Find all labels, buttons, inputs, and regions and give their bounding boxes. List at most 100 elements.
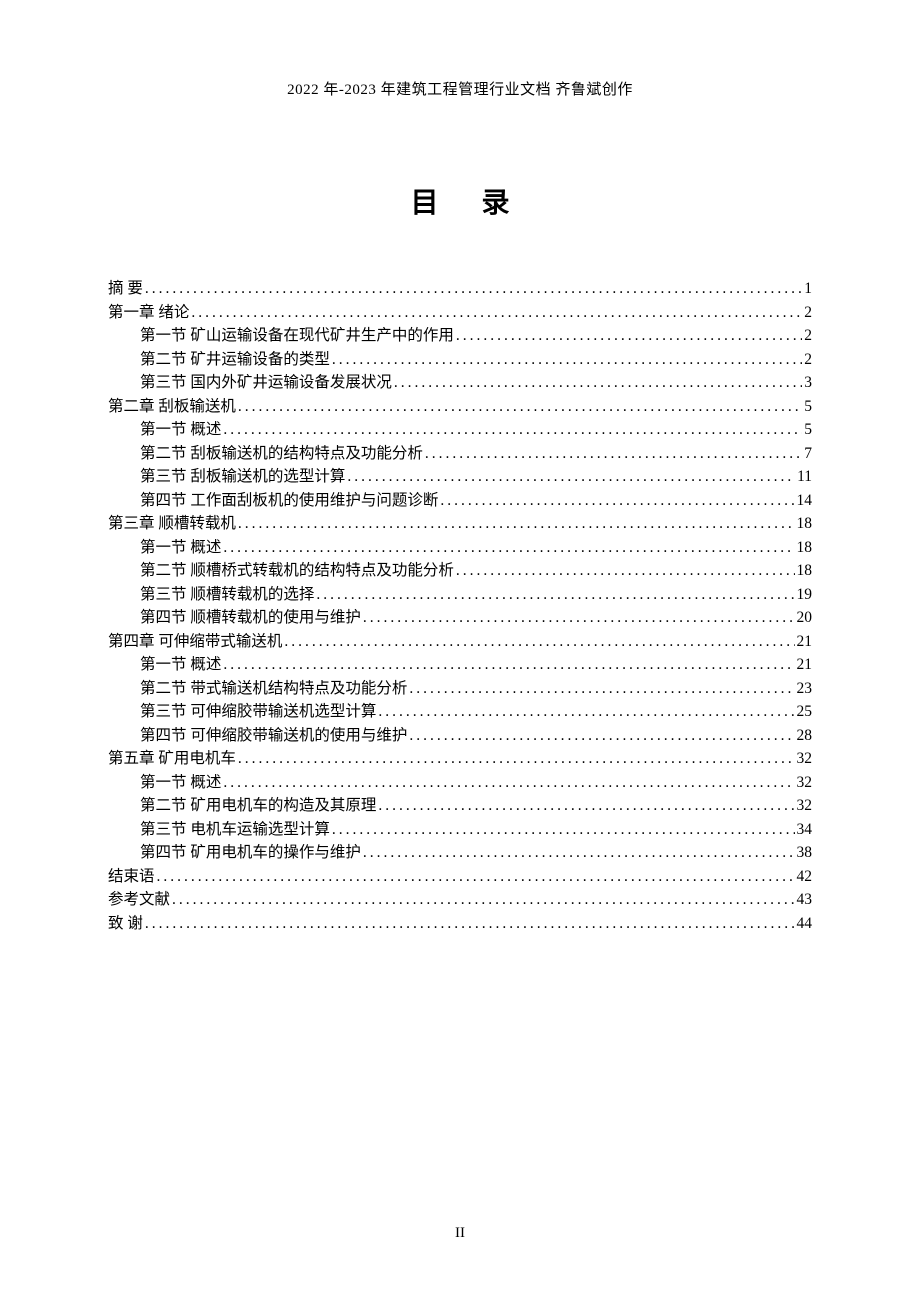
toc-entry-page: 7 [804, 442, 812, 466]
toc-entry-page: 32 [797, 794, 813, 818]
toc-entry-label: 第二节 矿井运输设备的类型 [140, 348, 330, 372]
toc-leader [223, 536, 794, 560]
toc-entry: 第三节 刮板输送机的选型计算 11 [108, 465, 812, 489]
toc-leader [332, 818, 795, 842]
toc-entry: 致 谢 44 [108, 912, 812, 936]
toc-leader [172, 888, 794, 912]
toc-entry-page: 18 [797, 559, 813, 583]
toc-entry-label: 第四节 可伸缩胶带输送机的使用与维护 [140, 724, 407, 748]
toc-entry-label: 第一节 概述 [140, 418, 221, 442]
toc-leader [409, 677, 794, 701]
toc-entry-page: 25 [797, 700, 813, 724]
toc-entry: 第二节 矿用电机车的构造及其原理32 [108, 794, 812, 818]
toc-leader [316, 583, 794, 607]
toc-leader [363, 606, 795, 630]
toc-leader [378, 700, 794, 724]
toc-entry-label: 第三节 可伸缩胶带输送机选型计算 [140, 700, 376, 724]
toc-leader [456, 324, 802, 348]
toc-entry-label: 第四节 顺槽转载机的使用与维护 [140, 606, 361, 630]
toc-entry-label: 第三章 顺槽转载机 [108, 512, 236, 536]
toc-leader [145, 277, 802, 301]
toc-entry: 第三章 顺槽转载机 18 [108, 512, 812, 536]
page-number: II [0, 1225, 920, 1242]
toc-leader [456, 559, 795, 583]
toc-entry-page: 5 [804, 418, 812, 442]
toc-entry: 第三节 顺槽转载机的选择 19 [108, 583, 812, 607]
toc-entry-label: 第五章 矿用电机车 [108, 747, 236, 771]
toc-entry-label: 第一节 矿山运输设备在现代矿井生产中的作用 [140, 324, 454, 348]
toc-leader [223, 418, 802, 442]
toc-entry: 第二节 刮板输送机的结构特点及功能分析7 [108, 442, 812, 466]
toc-leader [332, 348, 802, 372]
toc-entry-page: 2 [804, 348, 812, 372]
toc-entry-page: 43 [797, 888, 813, 912]
toc-entry-label: 第三节 国内外矿井运输设备发展状况 [140, 371, 392, 395]
toc-entry-label: 第二章 刮板输送机 [108, 395, 236, 419]
toc-entry-label: 参考文献 [108, 888, 170, 912]
toc-entry: 第一节 概述 18 [108, 536, 812, 560]
table-of-contents: 摘 要1第一章 绪论2第一节 矿山运输设备在现代矿井生产中的作用2第二节 矿井运… [108, 277, 812, 935]
toc-entry-label: 第一节 概述 [140, 653, 221, 677]
toc-entry-page: 44 [797, 912, 813, 936]
toc-leader [238, 747, 795, 771]
toc-entry-page: 32 [797, 747, 813, 771]
toc-entry-page: 23 [797, 677, 813, 701]
toc-entry: 第四章 可伸缩带式输送机 21 [108, 630, 812, 654]
toc-entry-label: 第三节 刮板输送机的选型计算 [140, 465, 345, 489]
toc-entry: 第一章 绪论2 [108, 301, 812, 325]
toc-entry: 第三节 国内外矿井运输设备发展状况 3 [108, 371, 812, 395]
toc-entry: 第四节 顺槽转载机的使用与维护 20 [108, 606, 812, 630]
toc-entry: 第四节 工作面刮板机的使用维护与问题诊断14 [108, 489, 812, 513]
toc-leader [223, 771, 794, 795]
toc-entry-page: 2 [804, 301, 812, 325]
toc-entry: 第四节 矿用电机车的操作与维护38 [108, 841, 812, 865]
toc-entry-label: 第一节 概述 [140, 536, 221, 560]
toc-entry-page: 1 [804, 277, 812, 301]
toc-entry: 第一节 概述 32 [108, 771, 812, 795]
toc-entry-label: 第四章 可伸缩带式输送机 [108, 630, 282, 654]
toc-entry-page: 11 [797, 465, 812, 489]
toc-leader [191, 301, 802, 325]
toc-leader [394, 371, 802, 395]
toc-entry-label: 第二节 顺槽桥式转载机的结构特点及功能分析 [140, 559, 454, 583]
toc-entry-label: 摘 要 [108, 277, 143, 301]
toc-entry-page: 20 [797, 606, 813, 630]
toc-entry: 第二节 矿井运输设备的类型 2 [108, 348, 812, 372]
toc-entry-label: 第一节 概述 [140, 771, 221, 795]
toc-entry-label: 第三节 电机车运输选型计算 [140, 818, 330, 842]
toc-leader [347, 465, 795, 489]
toc-leader [157, 865, 795, 889]
toc-entry-page: 42 [797, 865, 813, 889]
toc-entry: 第四节 可伸缩胶带输送机的使用与维护28 [108, 724, 812, 748]
toc-leader [378, 794, 794, 818]
toc-entry: 第三节 可伸缩胶带输送机选型计算 25 [108, 700, 812, 724]
toc-entry-label: 第二节 带式输送机结构特点及功能分析 [140, 677, 407, 701]
toc-entry-label: 致 谢 [108, 912, 143, 936]
toc-entry-label: 第三节 顺槽转载机的选择 [140, 583, 314, 607]
toc-entry-page: 38 [797, 841, 813, 865]
toc-entry: 第三节 电机车运输选型计算 34 [108, 818, 812, 842]
toc-entry-page: 3 [804, 371, 812, 395]
toc-leader [409, 724, 794, 748]
toc-entry: 第一节 概述 21 [108, 653, 812, 677]
toc-entry-page: 21 [797, 653, 813, 677]
toc-entry: 摘 要 1 [108, 277, 812, 301]
toc-entry-label: 结束语 [108, 865, 155, 889]
toc-entry-page: 18 [797, 512, 813, 536]
toc-entry: 结束语 42 [108, 865, 812, 889]
toc-leader [223, 653, 794, 677]
toc-entry-page: 5 [804, 395, 812, 419]
toc-leader [238, 395, 802, 419]
toc-entry-page: 34 [797, 818, 813, 842]
toc-leader [238, 512, 795, 536]
toc-entry: 第一节 矿山运输设备在现代矿井生产中的作用2 [108, 324, 812, 348]
toc-entry-page: 32 [797, 771, 813, 795]
toc-entry: 第五章 矿用电机车 32 [108, 747, 812, 771]
toc-entry-page: 21 [797, 630, 813, 654]
toc-leader [425, 442, 802, 466]
toc-leader [145, 912, 795, 936]
toc-entry: 第二节 带式输送机结构特点及功能分析 23 [108, 677, 812, 701]
toc-entry: 第一节 概述 5 [108, 418, 812, 442]
toc-entry-page: 19 [797, 583, 813, 607]
toc-entry-page: 18 [797, 536, 813, 560]
